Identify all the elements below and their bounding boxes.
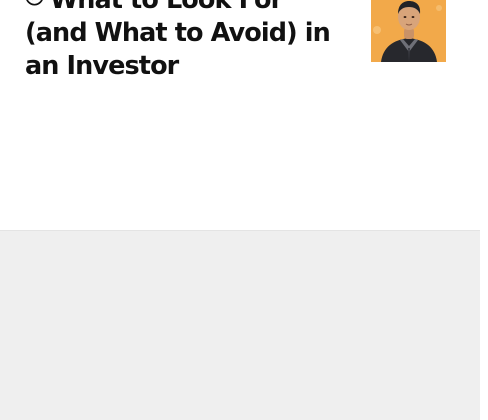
content-placeholder-panel bbox=[0, 230, 480, 420]
author-portrait-image bbox=[371, 0, 446, 62]
article-headline-text: What to Look For (and What to Avoid) in … bbox=[25, 0, 331, 81]
article-headline-link[interactable]: What to Look For (and What to Avoid) in … bbox=[25, 0, 345, 83]
article-thumbnail[interactable] bbox=[371, 0, 446, 62]
play-circle-icon bbox=[26, 0, 43, 6]
article-card[interactable]: What to Look For (and What to Avoid) in … bbox=[0, 0, 480, 230]
right-gutter bbox=[480, 0, 488, 420]
